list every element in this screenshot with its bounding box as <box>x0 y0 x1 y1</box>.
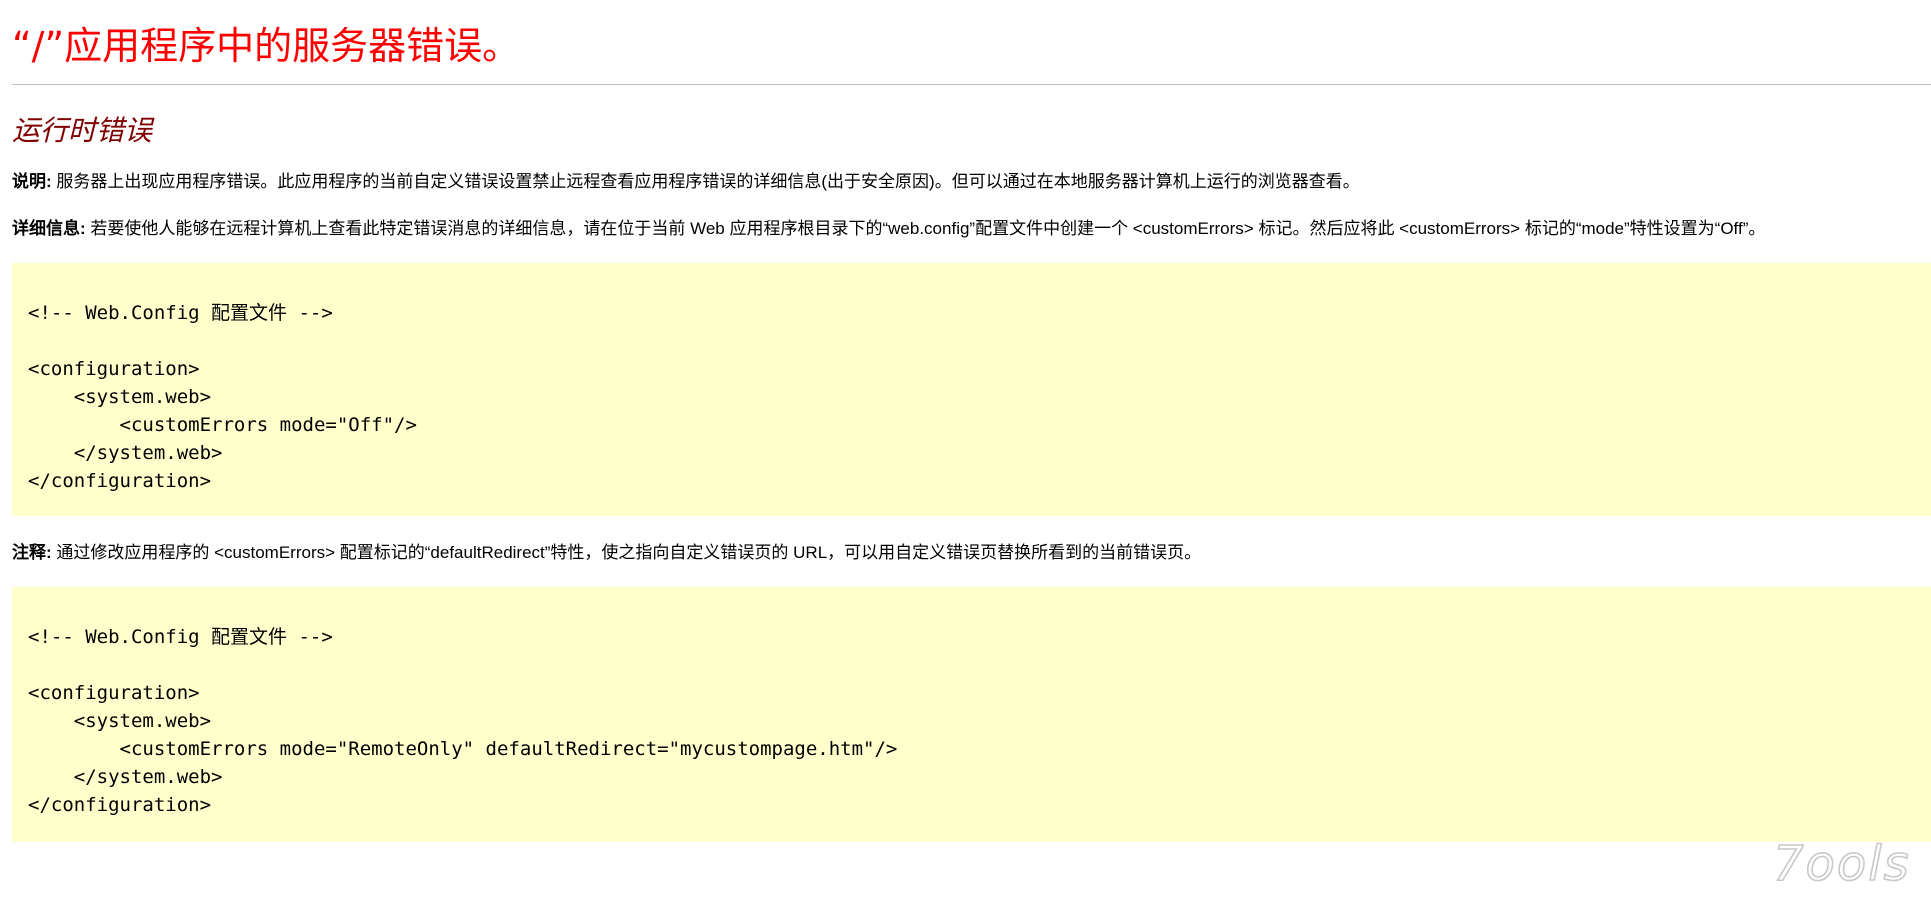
code-comment-start: <!-- Web.Config <box>28 302 212 324</box>
code-comment-cn: 配置文件 <box>211 626 288 648</box>
page-title: “/”应用程序中的服务器错误。 <box>12 24 521 68</box>
code-line: </configuration> <box>28 794 212 816</box>
code-comment-line: <!-- Web.Config 配置文件 --> <box>28 623 1931 651</box>
code-line: <configuration> <box>28 682 200 704</box>
code-comment-end: --> <box>287 302 333 324</box>
code-comment-cn: 配置文件 <box>211 302 288 324</box>
code-comment-start: <!-- Web.Config <box>28 626 212 648</box>
details-label: 详细信息: <box>12 219 86 238</box>
code-line: <configuration> <box>28 358 200 380</box>
code-line: </system.web> <box>28 442 223 464</box>
error-heading: 运行时错误 <box>12 114 153 147</box>
code-line: <customErrors mode="RemoteOnly" defaultR… <box>28 738 898 760</box>
config-code-block-off: <!-- Web.Config 配置文件 --> <configuration> … <box>12 263 1931 516</box>
code-comment-line: <!-- Web.Config 配置文件 --> <box>28 299 1931 327</box>
code-line: <system.web> <box>28 710 212 732</box>
details-text: 若要使他人能够在远程计算机上查看此特定错误消息的详细信息，请在位于当前 Web … <box>85 219 1766 238</box>
config-code-block-remoteonly: <!-- Web.Config 配置文件 --> <configuration> … <box>12 587 1931 842</box>
error-description: 说明: 服务器上出现应用程序错误。此应用程序的当前自定义错误设置禁止远程查看应用… <box>12 171 1360 193</box>
watermark-text: 7ools <box>1773 836 1911 890</box>
notes-label: 注释: <box>12 543 52 562</box>
description-text: 服务器上出现应用程序错误。此应用程序的当前自定义错误设置禁止远程查看应用程序错误… <box>51 172 1360 191</box>
code-line: <system.web> <box>28 386 212 408</box>
title-divider <box>12 84 1931 85</box>
notes-text: 通过修改应用程序的 <customErrors> 配置标记的“defaultRe… <box>51 543 1202 562</box>
code-line: </configuration> <box>28 470 212 492</box>
code-line: </system.web> <box>28 766 223 788</box>
error-details: 详细信息: 若要使他人能够在远程计算机上查看此特定错误消息的详细信息，请在位于当… <box>12 218 1765 240</box>
code-line: <customErrors mode="Off"/> <box>28 414 417 436</box>
code-comment-end: --> <box>287 626 333 648</box>
description-label: 说明: <box>12 172 52 191</box>
error-notes: 注释: 通过修改应用程序的 <customErrors> 配置标记的“defau… <box>12 542 1201 564</box>
watermark-logo: 7ools <box>1772 835 1911 890</box>
